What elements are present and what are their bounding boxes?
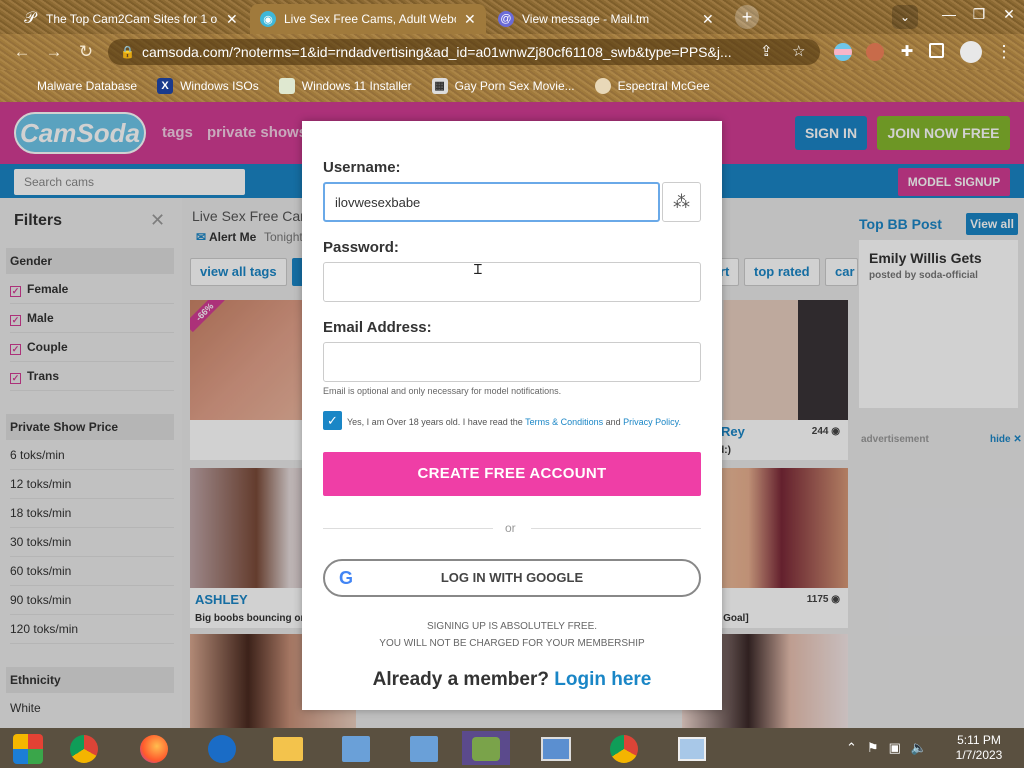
bookmarks-bar: Malware Database X Windows ISOs Windows … [0,70,1024,102]
bookmark-windows-11-installer[interactable]: Windows 11 Installer [278,78,412,94]
tab-mailtm[interactable]: @ View message - Mail.tm ✕ [488,4,724,34]
age-text-lead: Yes, I am Over 18 years old. I have read… [347,417,526,427]
extension-flag-icon[interactable] [834,43,852,61]
tab-close-icon[interactable]: ✕ [226,11,238,28]
clock[interactable]: 5:11 PM 1/7/2023 [946,733,1012,763]
bookmark-malware-database[interactable]: Malware Database [14,78,137,94]
image-icon [278,78,295,94]
chrome-icon[interactable] [60,731,108,765]
age-confirmation-text: Yes, I am Over 18 years old. I have read… [347,417,681,427]
password-label: Password: [323,239,399,256]
menu-dots-icon[interactable]: ⋮ [994,42,1014,62]
side-panel-icon[interactable] [929,43,944,58]
bookmark-label: Windows 11 Installer [301,79,412,93]
start-button-icon[interactable] [4,731,52,765]
browser-toolbar: ← → ↻ 🔒 camsoda.com/?noterms=1&id=rndadv… [0,34,1024,70]
clock-date: 1/7/2023 [955,748,1003,762]
age-checkbox[interactable]: ✓ [323,411,342,430]
vpn-icon[interactable] [198,731,246,765]
clock-time: 5:11 PM [957,733,1001,747]
bookmark-windows-isos[interactable]: X Windows ISOs [157,78,259,94]
already-member-text: Already a member? [372,669,549,690]
archive-icon: ▦ [431,78,448,94]
chrome-2-icon[interactable] [600,731,648,765]
windows-taskbar: ⌃ ⚑ ▣ 🔈 5:11 PM 1/7/2023 [0,728,1024,768]
bookmark-espectral-mcgee[interactable]: Espectral McGee [594,78,710,94]
login-here-link[interactable]: Login here [554,669,651,690]
free-notice-line2: YOU WILL NOT BE CHARGED FOR YOUR MEMBERS… [379,638,645,649]
bookmark-star-icon[interactable]: ☆ [792,39,805,65]
lock-icon[interactable]: 🔒 [120,39,135,65]
restore-icon[interactable]: ❐ [964,6,994,23]
divider-left [323,528,493,529]
bookmark-label: Espectral McGee [617,79,710,93]
age-text-and: and [603,417,624,427]
google-button-label: LOG IN WITH GOOGLE [440,570,584,585]
new-tab-button[interactable]: + [735,5,759,29]
tab-search-chevron-icon[interactable]: ⌄ [892,5,918,29]
tab-cam2cam[interactable]: 𝒫 The Top Cam2Cam Sites for 1 on ✕ [12,4,248,34]
tab-camsoda[interactable]: ◉ Live Sex Free Cams, Adult Webc ✕ [250,4,486,34]
back-arrow-icon[interactable]: ← [12,42,32,62]
close-window-icon[interactable]: ✕ [994,6,1024,23]
avatar-icon [594,78,611,94]
bookmark-label: Malware Database [37,79,138,93]
signup-modal: Username: ilovwesexbabe ⁂ Password: Ɪ Em… [302,121,722,710]
page-viewport: CamSoda tags private shows SIGN IN JOIN … [0,102,1024,728]
extensions-puzzle-icon[interactable]: ✚ [898,43,916,61]
email-note: Email is optional and only necessary for… [323,386,562,396]
google-logo-icon: G [338,568,353,588]
already-member-row: Already a member? Login here [302,669,722,691]
minimize-icon[interactable]: — [934,6,964,22]
share-icon[interactable]: ⇪ [760,39,773,65]
reload-icon[interactable]: ↻ [76,42,96,62]
file-explorer-icon[interactable] [264,731,312,765]
magic-wand-icon[interactable]: ⁂ [662,182,701,222]
tab-strip: 𝒫 The Top Cam2Cam Sites for 1 on ✕ ◉ Liv… [0,0,1024,34]
create-account-button[interactable]: CREATE FREE ACCOUNT [323,452,701,496]
username-input[interactable]: ilovwesexbabe [323,182,660,222]
password-input[interactable] [323,262,701,302]
tab-favicon-icon: ◉ [260,11,276,27]
tab-favicon-icon: @ [498,11,514,27]
network-icon[interactable]: ▣ [889,740,901,756]
network-computer-2-icon[interactable] [400,731,448,765]
firefox-icon[interactable] [130,731,178,765]
tab-close-icon[interactable]: ✕ [464,11,476,28]
bookmark-label: Windows ISOs [180,79,259,93]
tab-close-icon[interactable]: ✕ [702,11,714,28]
x-logo-icon: X [157,78,174,94]
url-text: camsoda.com/?noterms=1&id=rndadvertising… [142,44,732,60]
privacy-link[interactable]: Privacy Policy. [623,417,681,427]
bookmark-icon [14,78,30,94]
forward-arrow-icon[interactable]: → [44,42,64,62]
free-notice-line1: SIGNING UP IS ABSOLUTELY FREE. [426,621,598,632]
action-center-flag-icon[interactable]: ⚑ [867,740,879,756]
address-bar[interactable]: 🔒 camsoda.com/?noterms=1&id=rndadvertisi… [108,39,820,65]
system-tray: ⌃ ⚑ ▣ 🔈 [846,740,927,756]
tab-favicon-icon: 𝒫 [24,10,36,27]
divider-right [531,528,701,529]
bookmark-label: Gay Porn Sex Movie... [454,79,575,93]
photos-icon[interactable] [532,731,580,765]
tray-overflow-icon[interactable]: ⌃ [846,740,857,756]
remote-desktop-icon[interactable] [668,731,716,765]
email-input[interactable] [323,342,701,382]
tab-title: Live Sex Free Cams, Adult Webc [284,12,456,26]
teams-icon[interactable] [462,731,510,765]
or-separator: or [505,521,516,535]
tab-title: The Top Cam2Cam Sites for 1 on [46,12,218,26]
username-label: Username: [323,159,401,176]
profile-icon[interactable] [960,41,982,63]
network-computer-icon[interactable] [332,731,380,765]
bookmark-gay-porn-sex-movie[interactable]: ▦ Gay Porn Sex Movie... [431,78,575,94]
tab-title: View message - Mail.tm [522,12,650,26]
text-cursor-icon: Ɪ [474,261,482,277]
google-login-button[interactable]: G LOG IN WITH GOOGLE [323,559,701,597]
email-label: Email Address: [323,319,432,336]
volume-icon[interactable]: 🔈 [911,740,927,756]
window-controls: — ❐ ✕ [934,0,1024,28]
extension-avatar-icon[interactable] [866,43,884,61]
terms-link[interactable]: Terms & Conditions [525,417,603,427]
